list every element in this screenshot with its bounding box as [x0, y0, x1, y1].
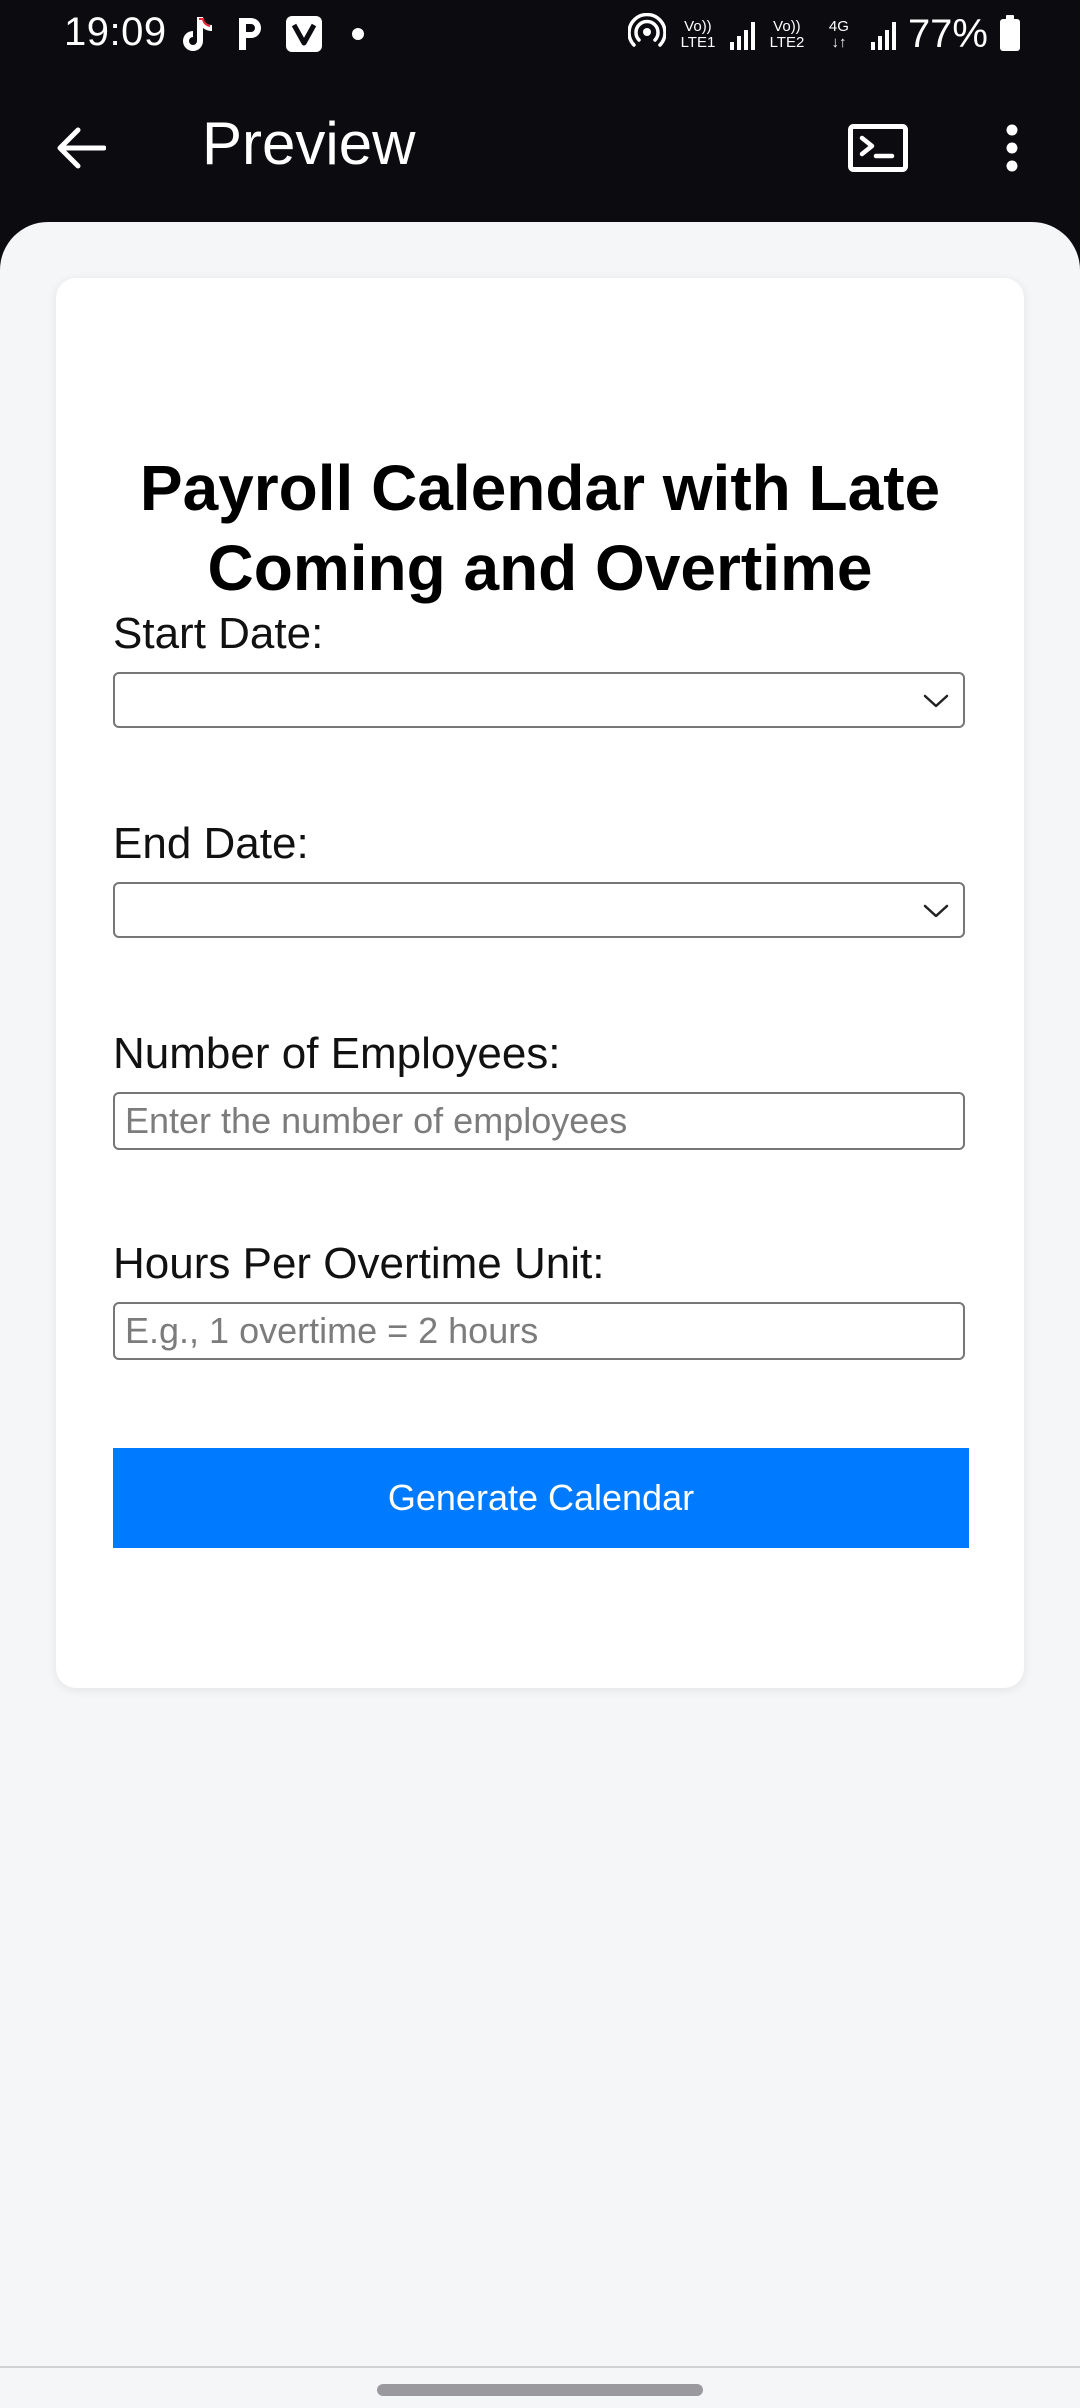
start-date-label: Start Date:: [113, 609, 324, 658]
overtime-hours-input[interactable]: [113, 1302, 965, 1360]
employees-input[interactable]: [113, 1092, 965, 1150]
gesture-handle[interactable]: [377, 2384, 703, 2396]
overtime-label: Hours Per Overtime Unit:: [113, 1239, 605, 1288]
back-button[interactable]: [40, 108, 120, 188]
hotspot-icon: [627, 12, 667, 56]
page-title: Preview: [202, 110, 416, 177]
more-options-button[interactable]: [972, 108, 1052, 188]
form-title: Payroll Calendar with Late Coming and Ov…: [139, 452, 941, 604]
v-icon: [284, 14, 324, 54]
dot-icon: [338, 14, 378, 54]
network-label-1: Vo)) LTE1: [680, 17, 716, 51]
back-arrow-icon: [57, 127, 106, 169]
chevron-down-icon: [923, 904, 949, 918]
employees-label: Number of Employees:: [113, 1029, 561, 1078]
signal-icon: [729, 20, 755, 50]
terminal-button[interactable]: [836, 110, 920, 186]
status-bar: 19:09 Vo)) LTE1 Vo)) LTE2 4G ↓↑ 77%: [0, 0, 1080, 72]
start-date-select[interactable]: [113, 672, 965, 728]
status-right: Vo)) LTE1 Vo)) LTE2 4G ↓↑ 77%: [627, 12, 1020, 57]
end-date-select[interactable]: [113, 882, 965, 938]
generate-calendar-button[interactable]: Generate Calendar: [113, 1448, 969, 1548]
more-vert-icon: [1006, 124, 1018, 172]
notification-icons: [176, 14, 378, 54]
preview-content: Payroll Calendar with Late Coming and Ov…: [0, 222, 1080, 2408]
bottom-divider: [0, 2366, 1080, 2368]
network-label-2: Vo)) LTE2: [769, 17, 805, 51]
status-time: 19:09: [64, 10, 167, 54]
p-icon: [230, 14, 270, 54]
terminal-icon: [848, 124, 908, 172]
tiktok-icon: [176, 14, 216, 54]
signal-icon: [870, 20, 896, 50]
screen: 19:09 Vo)) LTE1 Vo)) LTE2 4G ↓↑ 77% Prev…: [0, 0, 1080, 2408]
form-card: Payroll Calendar with Late Coming and Ov…: [56, 278, 1024, 1688]
app-bar: Preview: [0, 72, 1080, 222]
battery-percent: 77%: [907, 12, 988, 56]
end-date-label: End Date:: [113, 819, 309, 868]
battery-icon: [1000, 14, 1020, 51]
chevron-down-icon: [923, 694, 949, 708]
network-label-3: 4G ↓↑: [828, 17, 849, 51]
